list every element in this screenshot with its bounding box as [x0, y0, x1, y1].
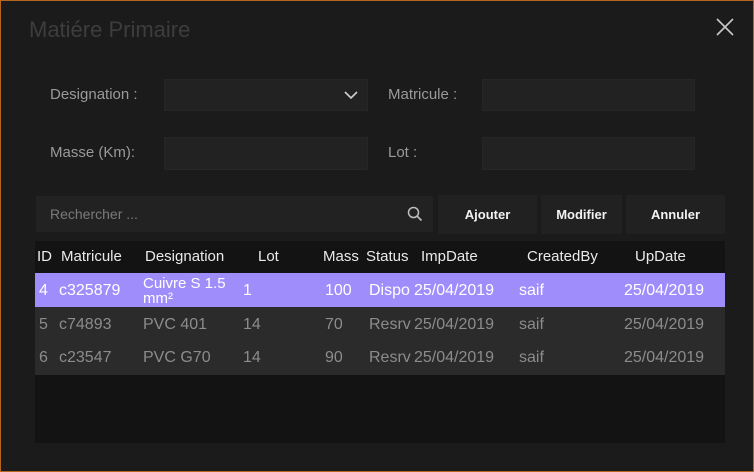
search-icon[interactable] — [407, 206, 423, 222]
cell-id: 5 — [39, 316, 48, 333]
table-row[interactable]: 6 c23547 PVC G70 14 90 Resrv 25/04/2019 … — [35, 341, 725, 375]
cell-lot: 14 — [243, 316, 261, 333]
modify-button[interactable]: Modifier — [541, 195, 622, 234]
cell-designation: PVC 401 — [143, 316, 208, 333]
cell-impdate: 25/04/2019 — [414, 316, 495, 333]
cell-impdate: 25/04/2019 — [414, 282, 495, 299]
column-header-status[interactable]: Status — [366, 248, 409, 265]
cell-id: 6 — [39, 349, 48, 366]
cell-status: Resrv — [369, 316, 411, 333]
column-header-id[interactable]: ID — [37, 248, 52, 265]
column-header-matricule[interactable]: Matricule — [61, 248, 122, 265]
cell-matricule: c74893 — [59, 316, 112, 333]
cell-matricule: c23547 — [59, 349, 112, 366]
lot-field[interactable] — [482, 137, 695, 170]
cell-status: Dispo — [369, 282, 410, 299]
window-title: Matiére Primaire — [29, 17, 191, 42]
cell-designation: Cuivre S 1.5 mm² — [143, 275, 226, 307]
cell-createdby: saif — [519, 316, 544, 333]
cell-lot: 1 — [243, 282, 252, 299]
cell-id: 4 — [39, 282, 48, 299]
table-row[interactable]: 4 c325879 Cuivre S 1.5 mm² 1 100 Dispo 2… — [35, 273, 725, 307]
table-row[interactable]: 5 c74893 PVC 401 14 70 Resrv 25/04/2019 … — [35, 307, 725, 341]
cell-createdby: saif — [519, 282, 544, 299]
cell-lot: 14 — [243, 349, 261, 366]
column-header-mass[interactable]: Mass — [323, 248, 359, 265]
masse-field[interactable] — [164, 137, 368, 170]
search-box — [36, 196, 433, 232]
add-button[interactable]: Ajouter — [438, 195, 537, 234]
cell-update: 25/04/2019 — [624, 282, 705, 299]
cell-matricule: c325879 — [59, 282, 121, 299]
cell-impdate: 25/04/2019 — [414, 349, 495, 366]
column-header-impdate[interactable]: ImpDate — [421, 248, 478, 265]
search-input[interactable] — [36, 196, 396, 232]
cell-mass: 100 — [325, 282, 352, 299]
matricule-field[interactable] — [482, 79, 695, 111]
column-header-designation[interactable]: Designation — [145, 248, 224, 265]
masse-label: Masse (Km): — [50, 144, 136, 161]
cell-update: 25/04/2019 — [624, 316, 705, 333]
matricule-label: Matricule : — [388, 86, 458, 103]
cell-mass: 70 — [325, 316, 343, 333]
designation-label: Designation : — [50, 86, 138, 103]
close-icon[interactable] — [712, 14, 738, 40]
chevron-down-icon — [344, 91, 358, 100]
cell-mass: 90 — [325, 349, 343, 366]
cell-createdby: saif — [519, 349, 544, 366]
cell-status: Resrv — [369, 349, 411, 366]
designation-select[interactable] — [164, 79, 368, 111]
cancel-button[interactable]: Annuler — [626, 195, 725, 234]
dialog-window: Matiére Primaire Designation : Matricule… — [0, 0, 754, 472]
column-header-update[interactable]: UpDate — [635, 248, 686, 265]
cell-designation: PVC G70 — [143, 349, 211, 366]
column-header-createdby[interactable]: CreatedBy — [527, 248, 598, 265]
lot-label: Lot : — [388, 144, 418, 161]
cell-update: 25/04/2019 — [624, 349, 705, 366]
column-header-lot[interactable]: Lot — [258, 248, 279, 265]
